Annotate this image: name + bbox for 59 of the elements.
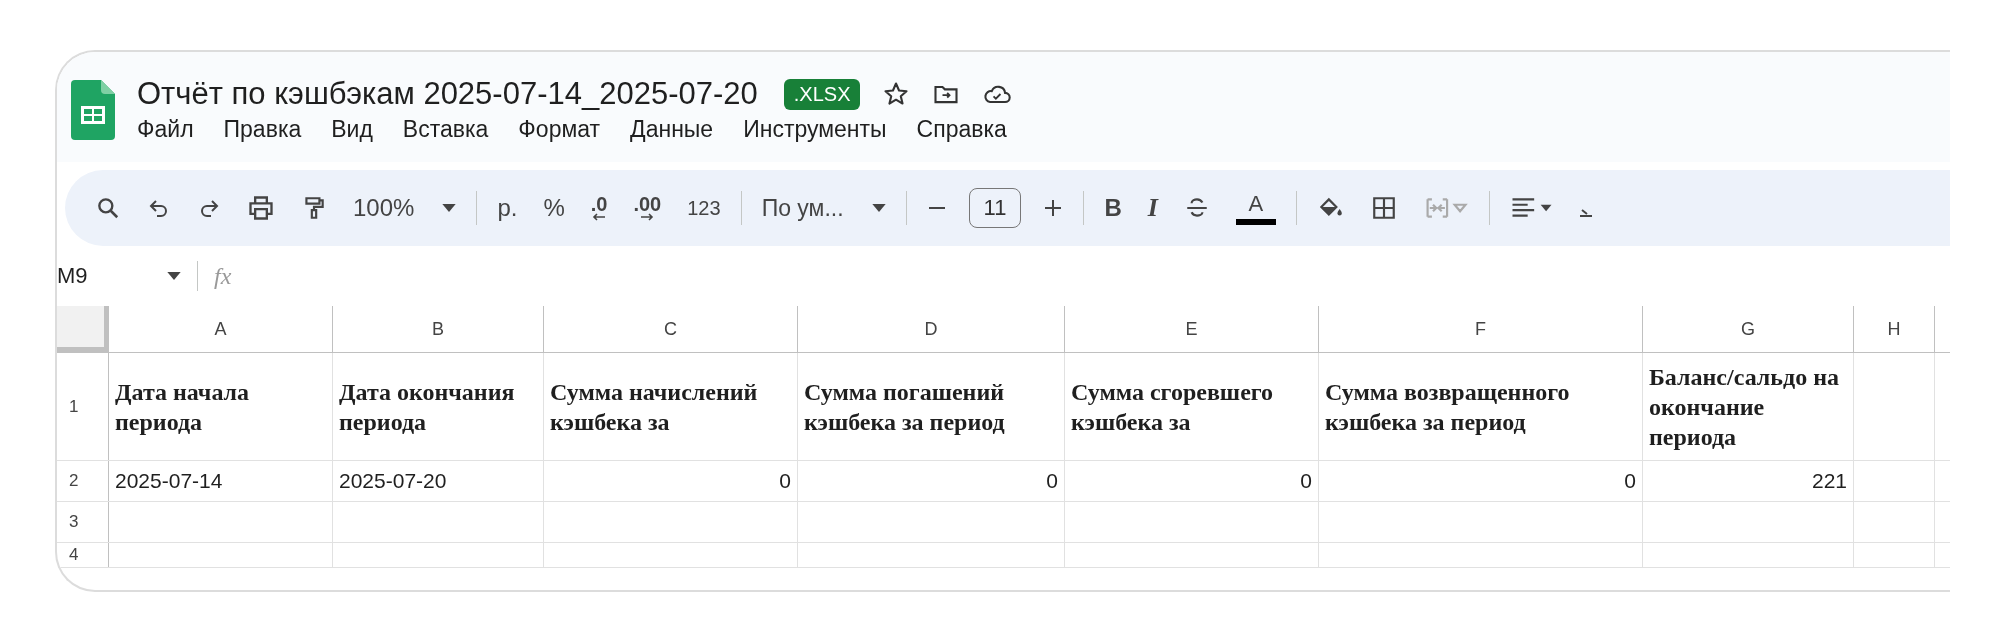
- table-cell-text: Сумма возвращенного кэшбека за период: [1325, 377, 1571, 437]
- caret-icon: [871, 204, 886, 212]
- borders-icon[interactable]: [1370, 195, 1397, 221]
- row-header[interactable]: 1: [57, 353, 109, 460]
- menu-item[interactable]: Вставка: [402, 116, 489, 143]
- column-header[interactable]: E: [1065, 306, 1319, 352]
- cell-reference-field[interactable]: M9: [57, 263, 167, 289]
- increase-decimals-button[interactable]: .00: [633, 195, 662, 221]
- column-header[interactable]: B: [333, 306, 544, 352]
- menu-item[interactable]: Файл: [137, 116, 194, 143]
- caret-icon[interactable]: [167, 272, 181, 280]
- table-cell: 2025-07-14: [115, 469, 223, 493]
- column-header[interactable]: C: [544, 306, 798, 352]
- column-header[interactable]: H: [1854, 306, 1935, 352]
- left-arrow-icon: [592, 213, 607, 221]
- percent-format-button[interactable]: %: [543, 194, 565, 222]
- table-cell: 0: [1624, 469, 1636, 493]
- italic-button[interactable]: I: [1147, 193, 1158, 223]
- decrease-decimals-button[interactable]: .0: [590, 195, 608, 221]
- table-cell-text: Сумма погашений кэшбека за период: [804, 377, 1006, 437]
- menu-item[interactable]: Справка: [916, 116, 1007, 143]
- menu-item[interactable]: Вид: [331, 116, 373, 143]
- table-cell: 221: [1811, 469, 1847, 493]
- print-icon[interactable]: [247, 194, 275, 222]
- right-arrow-icon: [640, 213, 655, 221]
- font-dropdown[interactable]: По ум...: [761, 194, 886, 222]
- table-cell-text: Сумма начислений кэшбека за: [550, 377, 759, 437]
- table-cell: 0: [1300, 469, 1312, 493]
- column-header[interactable]: G: [1643, 306, 1854, 352]
- menu-item[interactable]: Формат: [518, 116, 601, 143]
- column-header[interactable]: A: [109, 306, 333, 352]
- table-cell: 0: [1046, 469, 1058, 493]
- table-cell-text: Баланс/сальдо на окончание периода: [1649, 362, 1840, 452]
- menu-item[interactable]: Правка: [223, 116, 302, 143]
- menu-item[interactable]: Данные: [630, 116, 714, 143]
- formula-icon: fx: [214, 262, 232, 290]
- font-size-field[interactable]: 11: [968, 188, 1022, 228]
- table-cell-text: Сумма сгоревшего кэшбека за: [1071, 377, 1275, 437]
- column-header[interactable]: F: [1319, 306, 1643, 352]
- search-icon[interactable]: [95, 195, 121, 221]
- menu-item[interactable]: Инструменты: [743, 116, 887, 143]
- table-cell-text: Дата окончания периода: [339, 377, 516, 437]
- column-header[interactable]: D: [798, 306, 1065, 352]
- table-cell: 2025-07-20: [339, 469, 447, 493]
- file-format-badge: .XLSX: [783, 78, 861, 110]
- row-header[interactable]: 4: [57, 543, 109, 567]
- caret-icon: [442, 204, 457, 212]
- number-format-button[interactable]: 123: [687, 196, 721, 220]
- plus-icon[interactable]: [1043, 198, 1064, 218]
- bold-button[interactable]: B: [1104, 194, 1122, 222]
- document-title[interactable]: Отчёт по кэшбэкам 2025-07-14_2025-07-20: [137, 76, 758, 112]
- text-color-button[interactable]: A: [1235, 191, 1276, 225]
- currency-format-button[interactable]: р.: [497, 194, 518, 222]
- table-cell: 0: [779, 469, 791, 493]
- row-header[interactable]: 3: [57, 502, 109, 542]
- zoom-dropdown[interactable]: 100%: [353, 194, 457, 222]
- row-header[interactable]: 2: [57, 461, 109, 501]
- spreadsheet-logo-icon: [71, 80, 115, 140]
- table-cell-text: Дата начала периода: [115, 377, 251, 437]
